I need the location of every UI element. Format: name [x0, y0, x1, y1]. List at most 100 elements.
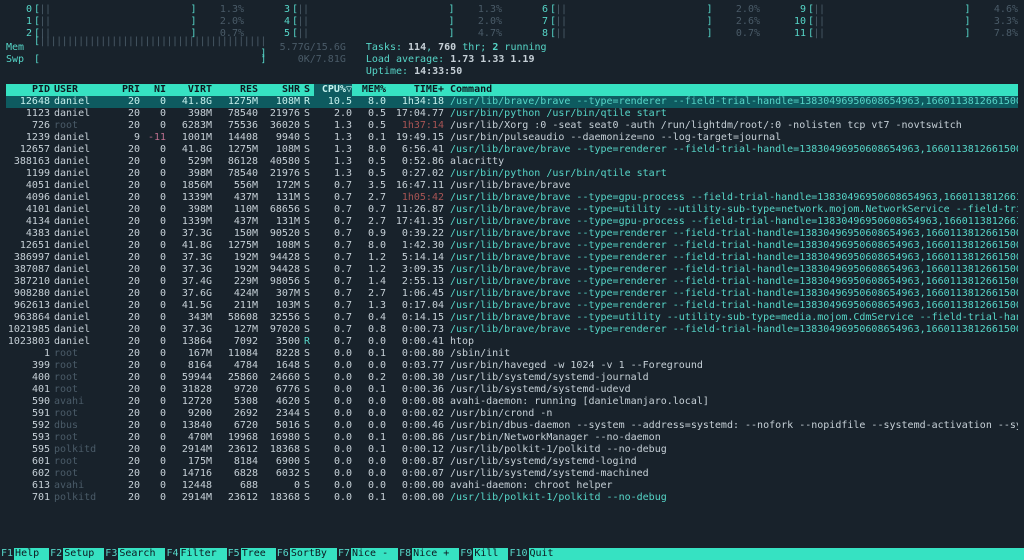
table-row[interactable]: 4051daniel2001856M556M172MS0.73.516:47.1…	[6, 180, 1018, 192]
col-ni[interactable]: NI	[140, 84, 166, 96]
col-cpu[interactable]: CPU%▽	[314, 84, 352, 96]
swap-value: 0K/7.81G	[266, 54, 346, 66]
sysinfo: Tasks: 114, 760 thr; 2 running Load aver…	[366, 42, 1018, 78]
table-row[interactable]: 400root200599442586024660S0.00.20:00.30/…	[6, 372, 1018, 384]
cpu-meter-9: 9[||]4.6%	[780, 4, 1018, 16]
cpu-meter-10: 10[||]3.3%	[780, 16, 1018, 28]
running-word: running	[504, 42, 546, 53]
fnkey-F2: F2	[49, 548, 63, 560]
cpu-meters: 0[||]1.3%1[||]2.0%2[||]0.7% 3[||]1.3%4[|…	[6, 4, 1018, 40]
table-row[interactable]: 1199daniel200398M7854021976S1.30.50:27.0…	[6, 168, 1018, 180]
thr-word: thr;	[462, 42, 486, 53]
col-user[interactable]: USER	[54, 84, 110, 96]
table-row[interactable]: 387087daniel20037.3G192M94428S0.71.23:09…	[6, 264, 1018, 276]
fnkey-F6: F6	[276, 548, 290, 560]
table-row[interactable]: 388163daniel200529M8612840580S1.30.50:52…	[6, 156, 1018, 168]
table-row[interactable]: 4383daniel20037.3G150M90520S0.70.90:39.2…	[6, 228, 1018, 240]
load-value: 1.73 1.33 1.19	[450, 54, 534, 65]
process-table[interactable]: PID USER PRI NI VIRT RES SHR S CPU%▽ MEM…	[6, 84, 1018, 504]
col-pri[interactable]: PRI	[110, 84, 140, 96]
swap-label: Swp	[6, 54, 34, 66]
fnkey-label-F1[interactable]: Help	[14, 548, 49, 560]
table-row[interactable]: 962613daniel20041.5G211M103MS0.71.30:17.…	[6, 300, 1018, 312]
table-row[interactable]: 1123daniel200398M7854021976S2.00.517:04.…	[6, 108, 1018, 120]
col-time[interactable]: TIME+	[386, 84, 448, 96]
col-virt[interactable]: VIRT	[166, 84, 212, 96]
mem-value: 5.77G/15.6G	[266, 42, 346, 54]
cpu-meter-11: 11[||]7.8%	[780, 28, 1018, 40]
table-row[interactable]: 601root200175M81846900S0.00.00:00.87/usr…	[6, 456, 1018, 468]
table-header[interactable]: PID USER PRI NI VIRT RES SHR S CPU%▽ MEM…	[6, 84, 1018, 96]
col-s[interactable]: S	[300, 84, 314, 96]
table-row[interactable]: 387210daniel20037.4G229M98056S0.71.42:55…	[6, 276, 1018, 288]
fnkey-F3: F3	[104, 548, 118, 560]
col-mem[interactable]: MEM%	[352, 84, 386, 96]
fnkey-F1: F1	[0, 548, 14, 560]
table-row[interactable]: 963864daniel200343M5860832556S0.70.40:14…	[6, 312, 1018, 324]
function-key-bar[interactable]: F1HelpF2SetupF3SearchF4FilterF5TreeF6Sor…	[0, 548, 1024, 560]
table-row[interactable]: 1239daniel9-111001M144089940S1.30.119:49…	[6, 132, 1018, 144]
tasks-running: 2	[492, 42, 498, 53]
fnkey-label-F4[interactable]: Filter	[180, 548, 227, 560]
table-row[interactable]: 399root200816447841648S0.00.00:03.77/usr…	[6, 360, 1018, 372]
cpu-meter-8: 8[||]0.7%	[522, 28, 760, 40]
fnkey-label-F7[interactable]: Nice -	[351, 548, 398, 560]
fnkey-label-F3[interactable]: Search	[118, 548, 165, 560]
col-pid[interactable]: PID	[6, 84, 54, 96]
fnkey-label-F5[interactable]: Tree	[241, 548, 276, 560]
table-row[interactable]: 590avahi2001272053084620S0.00.00:00.08av…	[6, 396, 1018, 408]
col-shr[interactable]: SHR	[258, 84, 300, 96]
fnkey-F8: F8	[398, 548, 412, 560]
table-row[interactable]: 1023803daniel2001386470923500R0.70.00:00…	[6, 336, 1018, 348]
table-row[interactable]: 12651daniel20041.8G1275M108MS0.78.01:42.…	[6, 240, 1018, 252]
tasks-label: Tasks:	[366, 42, 402, 53]
table-row[interactable]: 4134daniel2001339M437M131MS0.72.717:41.3…	[6, 216, 1018, 228]
table-row[interactable]: 12648daniel20041.8G1275M108MR10.58.01h34…	[6, 96, 1018, 108]
meter-col-1: 3[||]1.3%4[||]2.0%5[||]4.7%	[264, 4, 502, 40]
swap-meter: Swp [] 0K/7.81G	[6, 54, 346, 66]
col-cmd[interactable]: Command	[448, 84, 1018, 96]
fnkey-label-F6[interactable]: SortBy	[290, 548, 337, 560]
table-row[interactable]: 4101daniel200398M110M68656S0.70.711:26.8…	[6, 204, 1018, 216]
cpu-meter-1: 1[||]2.0%	[6, 16, 244, 28]
table-row[interactable]: 595polkitd2002914M2361218368S0.00.10:00.…	[6, 444, 1018, 456]
col-res[interactable]: RES	[212, 84, 258, 96]
fnkey-label-F10[interactable]: Quit	[529, 548, 564, 560]
uptime-value: 14:33:50	[414, 66, 462, 77]
cpu-meter-6: 6[||]2.0%	[522, 4, 760, 16]
cpu-meter-0: 0[||]1.3%	[6, 4, 244, 16]
fnkey-F5: F5	[227, 548, 241, 560]
fnkey-F4: F4	[165, 548, 179, 560]
fnkey-label-F8[interactable]: Nice +	[412, 548, 459, 560]
load-label: Load average:	[366, 54, 444, 65]
table-row[interactable]: 593root200470M1996816980S0.00.10:00.86/u…	[6, 432, 1018, 444]
table-row[interactable]: 613avahi200124486880S0.00.00:00.00avahi-…	[6, 480, 1018, 492]
table-row[interactable]: 602root2001471668286032S0.00.00:00.07/us…	[6, 468, 1018, 480]
mem-label: Mem	[6, 42, 34, 54]
table-row[interactable]: 1root200167M110848228S0.00.10:00.80/sbin…	[6, 348, 1018, 360]
tasks-procs: 114	[408, 42, 426, 53]
uptime-label: Uptime:	[366, 66, 408, 77]
cpu-meter-3: 3[||]1.3%	[264, 4, 502, 16]
fnkey-label-F9[interactable]: Kill	[473, 548, 508, 560]
table-row[interactable]: 4096daniel2001339M437M131MS0.72.71h05:42…	[6, 192, 1018, 204]
table-row[interactable]: 401root2003182897206776S0.00.10:00.36/us…	[6, 384, 1018, 396]
cpu-meter-7: 7[||]2.6%	[522, 16, 760, 28]
fnkey-F10: F10	[508, 548, 528, 560]
table-row[interactable]: 12657daniel20041.8G1275M108MS1.38.06:56.…	[6, 144, 1018, 156]
cpu-meter-5: 5[||]4.7%	[264, 28, 502, 40]
table-row[interactable]: 726root2006283M7553636020S1.30.51h37:14/…	[6, 120, 1018, 132]
summary-row: Mem [|||||||||||||||||||||||||||||||||||…	[6, 42, 1018, 78]
table-row[interactable]: 386997daniel20037.3G192M94428S0.71.25:14…	[6, 252, 1018, 264]
table-row[interactable]: 701polkitd2002914M2361218368S0.00.10:00.…	[6, 492, 1018, 504]
table-row[interactable]: 908280daniel20037.6G424M307MS0.72.71:06.…	[6, 288, 1018, 300]
table-row[interactable]: 591root200920026922344S0.00.00:00.02/usr…	[6, 408, 1018, 420]
table-row[interactable]: 592dbus2001384067205016S0.00.00:00.46/us…	[6, 420, 1018, 432]
table-row[interactable]: 1021985daniel20037.3G127M97020S0.70.80:0…	[6, 324, 1018, 336]
mem-meter: Mem [|||||||||||||||||||||||||||||||||||…	[6, 42, 346, 54]
fnkey-label-F2[interactable]: Setup	[63, 548, 104, 560]
meter-col-3: 9[||]4.6%10[||]3.3%11[||]7.8%	[780, 4, 1018, 40]
cpu-meter-4: 4[||]2.0%	[264, 16, 502, 28]
tasks-thr: 760	[438, 42, 456, 53]
fnkey-F9: F9	[459, 548, 473, 560]
